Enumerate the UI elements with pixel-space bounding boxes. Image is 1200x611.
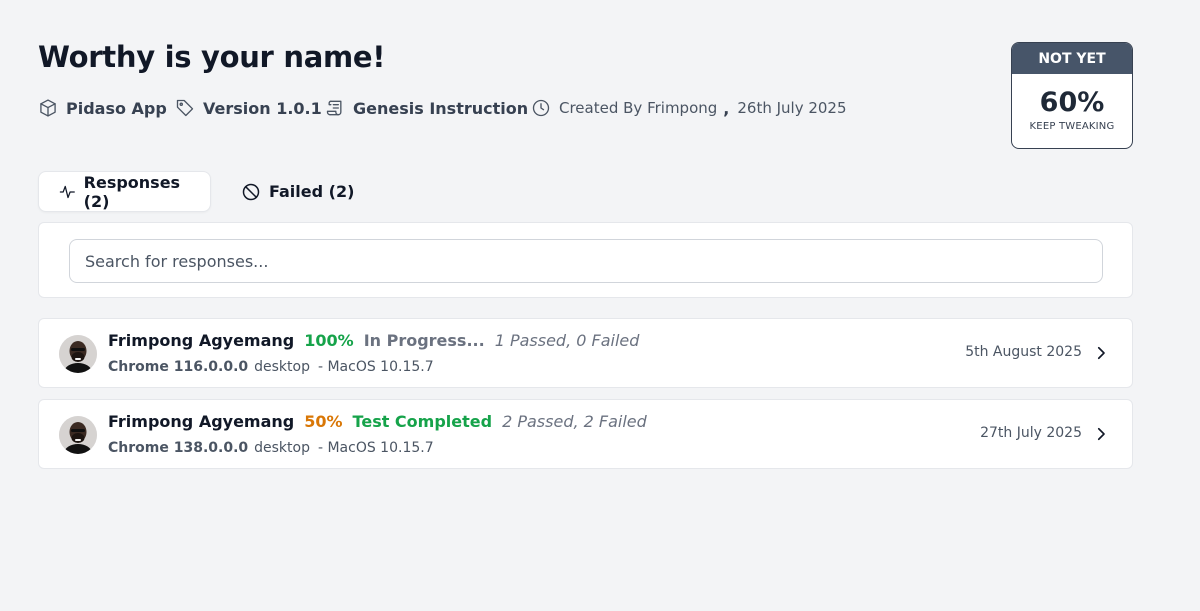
page-title: Worthy is your name! bbox=[38, 40, 386, 74]
response-status: Test Completed bbox=[352, 412, 493, 431]
avatar bbox=[59, 416, 97, 454]
meta-row: Pidaso App Version 1.0.1 Genesis Instruc… bbox=[38, 96, 847, 120]
chevron-right-icon[interactable] bbox=[1092, 425, 1110, 443]
response-counts: 1 Passed, 0 Failed bbox=[494, 331, 640, 350]
response-date: 5th August 2025 bbox=[965, 344, 1082, 360]
browser-version: Chrome 138.0.0.0 bbox=[108, 440, 249, 456]
score-status: NOT YET bbox=[1012, 43, 1132, 74]
browser-version: Chrome 116.0.0.0 bbox=[108, 359, 249, 375]
instruction-info: Genesis Instruction bbox=[325, 98, 531, 118]
person-avatar-icon bbox=[59, 335, 97, 373]
response-summary: Frimpong Agyemang 50% Test Completed 2 P… bbox=[108, 412, 647, 431]
chevron-right-icon[interactable] bbox=[1092, 344, 1110, 362]
tag-icon bbox=[176, 99, 194, 117]
created-by: Created By Frimpong bbox=[559, 99, 718, 117]
created-separator: , bbox=[723, 98, 730, 118]
tab-bar: Responses (2) Failed (2) bbox=[38, 171, 374, 212]
os-version: - MacOS 10.15.7 bbox=[317, 440, 434, 456]
score-percent: 60% bbox=[1039, 87, 1105, 118]
tab-responses-label: Responses (2) bbox=[83, 172, 181, 211]
response-row[interactable]: Frimpong Agyemang 50% Test Completed 2 P… bbox=[38, 399, 1133, 469]
score-card: NOT YET 60% KEEP TWEAKING bbox=[1011, 42, 1133, 149]
response-date: 27th July 2025 bbox=[980, 425, 1082, 441]
app-info: Pidaso App bbox=[38, 98, 175, 118]
response-percent: 50% bbox=[304, 412, 343, 431]
tester-name: Frimpong Agyemang bbox=[108, 412, 295, 431]
response-percent: 100% bbox=[304, 331, 354, 350]
device-type: desktop bbox=[254, 440, 310, 456]
activity-icon bbox=[59, 185, 75, 198]
tab-failed[interactable]: Failed (2) bbox=[221, 171, 374, 212]
response-summary: Frimpong Agyemang 100% In Progress... 1 … bbox=[108, 331, 639, 350]
device-type: desktop bbox=[254, 359, 310, 375]
ban-icon bbox=[242, 183, 260, 200]
avatar bbox=[59, 335, 97, 373]
created-date: 26th July 2025 bbox=[737, 99, 847, 117]
person-avatar-icon bbox=[59, 416, 97, 454]
version-info: Version 1.0.1 bbox=[175, 98, 325, 118]
response-environment: Chrome 116.0.0.0 desktop - MacOS 10.15.7 bbox=[108, 359, 434, 375]
response-row[interactable]: Frimpong Agyemang 100% In Progress... 1 … bbox=[38, 318, 1133, 388]
tester-name: Frimpong Agyemang bbox=[108, 331, 295, 350]
response-status: In Progress... bbox=[363, 331, 485, 350]
tab-failed-label: Failed (2) bbox=[269, 182, 355, 201]
search-card bbox=[38, 222, 1133, 298]
score-message: KEEP TWEAKING bbox=[1029, 121, 1115, 132]
scroll-icon bbox=[326, 100, 342, 116]
cube-icon bbox=[40, 99, 56, 117]
version-label: Version 1.0.1 bbox=[203, 98, 322, 118]
response-environment: Chrome 138.0.0.0 desktop - MacOS 10.15.7 bbox=[108, 440, 434, 456]
tab-responses[interactable]: Responses (2) bbox=[38, 171, 211, 212]
instruction-label: Genesis Instruction bbox=[353, 98, 529, 118]
response-counts: 2 Passed, 2 Failed bbox=[502, 412, 647, 431]
clock-icon bbox=[532, 99, 550, 117]
app-name: Pidaso App bbox=[66, 98, 167, 118]
os-version: - MacOS 10.15.7 bbox=[317, 359, 434, 375]
created-info: Created By Frimpong , 26th July 2025 bbox=[531, 98, 847, 118]
search-input[interactable] bbox=[69, 239, 1103, 283]
